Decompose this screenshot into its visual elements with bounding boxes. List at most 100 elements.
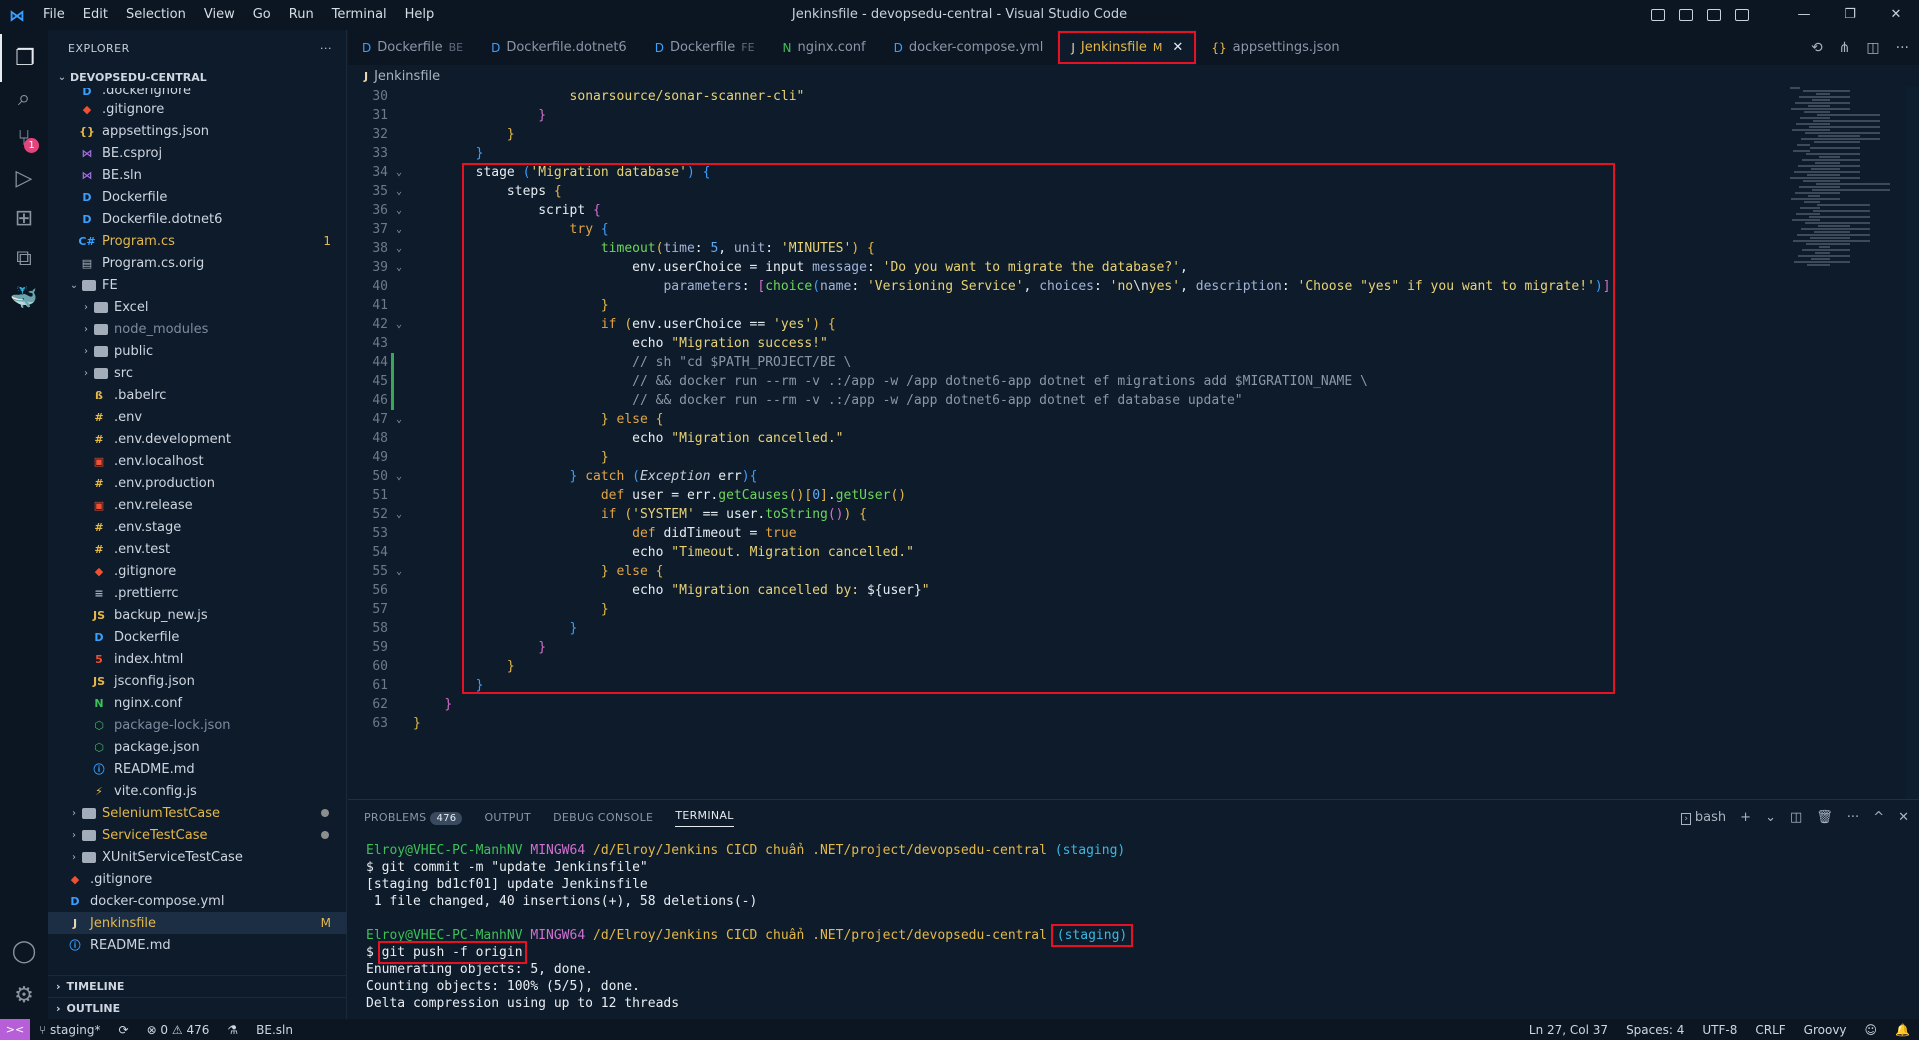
tree-file[interactable]: JS jsconfig.json xyxy=(48,670,347,692)
editor-scrollbar[interactable] xyxy=(1906,87,1919,799)
menu-help[interactable]: Help xyxy=(396,0,444,30)
toggle-secondary-sidebar-icon[interactable] xyxy=(1707,9,1721,21)
tree-file[interactable]: ⚡ vite.config.js xyxy=(48,780,347,802)
fold-chevron-icon[interactable]: ⌄ xyxy=(396,239,402,258)
tree-file[interactable]: ⋈ BE.sln xyxy=(48,164,347,186)
restore-button[interactable]: ❐ xyxy=(1827,0,1873,30)
tree-file[interactable]: JS backup_new.js xyxy=(48,604,347,626)
fold-chevron-icon[interactable]: ⌄ xyxy=(396,258,402,277)
fold-chevron-icon[interactable]: ⌄ xyxy=(396,467,402,486)
settings-gear-icon[interactable]: ⚙ xyxy=(0,971,48,1019)
compare-icon[interactable]: ⋔ xyxy=(1839,40,1851,56)
account-icon[interactable]: ◯ xyxy=(0,927,48,975)
fold-chevron-icon[interactable]: ⌄ xyxy=(396,315,402,334)
problems-indicator[interactable]: ⊗ 0 ⚠ 476 xyxy=(138,1023,219,1037)
tree-folder[interactable]: › src xyxy=(48,362,347,384)
explorer-more-button[interactable]: ··· xyxy=(320,42,332,55)
menu-go[interactable]: Go xyxy=(244,0,280,30)
split-terminal-icon[interactable]: ◫ xyxy=(1790,810,1802,825)
minimap[interactable] xyxy=(1786,87,1906,799)
close-tab-icon[interactable]: ✕ xyxy=(1172,40,1183,55)
tree-file[interactable]: J Jenkinsfile M xyxy=(48,912,347,934)
line-ending[interactable]: CRLF xyxy=(1746,1023,1794,1037)
tree-file[interactable]: ▣ .env.release xyxy=(48,494,347,516)
tree-folder[interactable]: › SeleniumTestCase xyxy=(48,802,347,824)
tree-folder[interactable]: › public xyxy=(48,340,347,362)
notifications-icon[interactable]: 🔔 xyxy=(1886,1023,1919,1037)
fold-chevron-icon[interactable]: ⌄ xyxy=(396,505,402,524)
tree-file[interactable]: D .dockerignore xyxy=(48,88,347,98)
tree-file[interactable]: # .env.production xyxy=(48,472,347,494)
breadcrumb-file[interactable]: Jenkinsfile xyxy=(374,69,440,84)
tree-file[interactable]: ▤ Program.cs.orig xyxy=(48,252,347,274)
feedback-icon[interactable]: ☺ xyxy=(1856,1023,1887,1037)
terminal[interactable]: Elroy@VHEC-PC-ManhNV MINGW64 /d/Elroy/Je… xyxy=(366,842,1896,1012)
fold-chevron-icon[interactable]: ⌄ xyxy=(396,220,402,239)
close-panel-icon[interactable]: ✕ xyxy=(1898,810,1909,825)
tree-file[interactable]: ▣ .env.localhost xyxy=(48,450,347,472)
fold-chevron-icon[interactable]: ⌄ xyxy=(396,562,402,581)
fold-chevron-icon[interactable]: ⌄ xyxy=(396,163,402,182)
editor-tab[interactable]: D Dockerfile BE xyxy=(348,30,477,65)
tree-file[interactable]: ⋈ BE.csproj xyxy=(48,142,347,164)
customize-layout-icon[interactable] xyxy=(1735,9,1749,21)
toggle-primary-sidebar-icon[interactable] xyxy=(1651,9,1665,21)
tree-folder[interactable]: › node_modules xyxy=(48,318,347,340)
menu-edit[interactable]: Edit xyxy=(74,0,117,30)
editor-tab[interactable]: D Dockerfile FE xyxy=(641,30,769,65)
tree-file[interactable]: ◆ .gitignore xyxy=(48,868,347,890)
tree-file[interactable]: D Dockerfile xyxy=(48,626,347,648)
tree-file[interactable]: ⓘ README.md xyxy=(48,758,347,780)
indentation[interactable]: Spaces: 4 xyxy=(1617,1023,1693,1037)
extension-icon[interactable]: ⚗ xyxy=(218,1023,247,1037)
kill-terminal-icon[interactable]: 🗑 xyxy=(1816,810,1833,825)
outline-section[interactable]: › OUTLINE xyxy=(48,997,347,1019)
cursor-position[interactable]: Ln 27, Col 37 xyxy=(1520,1023,1617,1037)
fold-chevron-icon[interactable]: ⌄ xyxy=(396,182,402,201)
new-terminal-icon[interactable]: + xyxy=(1740,810,1751,825)
panel-tab-debug-console[interactable]: DEBUG CONSOLE xyxy=(553,811,653,824)
language-mode[interactable]: Groovy xyxy=(1795,1023,1856,1037)
panel-tab-problems[interactable]: PROBLEMS 476 xyxy=(364,811,463,825)
minimize-button[interactable]: — xyxy=(1781,0,1827,30)
panel-tab-output[interactable]: OUTPUT xyxy=(484,811,531,824)
solution-indicator[interactable]: BE.sln xyxy=(247,1023,302,1037)
sync-icon[interactable]: ⟳ xyxy=(110,1023,138,1037)
fold-chevron-icon[interactable]: ⌄ xyxy=(396,201,402,220)
panel-more-icon[interactable]: ··· xyxy=(1847,810,1859,825)
terminal-dropdown-icon[interactable]: ⌄ xyxy=(1765,810,1776,825)
tree-file[interactable]: Nnginx.conf xyxy=(48,692,347,714)
tree-file[interactable]: # .env.stage xyxy=(48,516,347,538)
tree-file[interactable]: D Dockerfile.dotnet6 xyxy=(48,208,347,230)
tree-file[interactable]: # .env.development xyxy=(48,428,347,450)
menu-run[interactable]: Run xyxy=(280,0,323,30)
docker-icon[interactable]: 🐳 xyxy=(0,274,48,322)
tree-file[interactable]: ◆ .gitignore xyxy=(48,98,347,120)
menu-file[interactable]: File xyxy=(34,0,74,30)
tree-file[interactable]: # .env xyxy=(48,406,347,428)
close-window-button[interactable]: ✕ xyxy=(1873,0,1919,30)
menu-terminal[interactable]: Terminal xyxy=(323,0,396,30)
tree-file[interactable]: ≡ .prettierrc xyxy=(48,582,347,604)
tree-file[interactable]: {} appsettings.json xyxy=(48,120,347,142)
editor-tab[interactable]: J Jenkinsfile M ✕ xyxy=(1057,30,1198,65)
panel-tab-terminal[interactable]: TERMINAL xyxy=(675,809,734,827)
tree-file[interactable]: ⓘ README.md xyxy=(48,934,347,956)
tree-folder[interactable]: › ServiceTestCase xyxy=(48,824,347,846)
timeline-icon[interactable]: ⟲ xyxy=(1811,40,1823,56)
branch-indicator[interactable]: ⑂ staging* xyxy=(30,1023,110,1037)
tree-file[interactable]: 5 index.html xyxy=(48,648,347,670)
tree-folder[interactable]: ⌄ FE xyxy=(48,274,347,296)
tree-file[interactable]: ⬡ package.json xyxy=(48,736,347,758)
maximize-panel-icon[interactable]: ^ xyxy=(1873,810,1884,825)
terminal-profile[interactable]: › bash xyxy=(1681,810,1726,825)
editor-tab[interactable]: {} appsettings.json xyxy=(1197,30,1353,65)
editor-tab[interactable]: Nnginx.conf xyxy=(769,30,880,65)
tree-file[interactable]: ⬡ package-lock.json xyxy=(48,714,347,736)
tree-file[interactable]: D Dockerfile xyxy=(48,186,347,208)
split-editor-icon[interactable]: ◫ xyxy=(1866,40,1879,56)
menu-selection[interactable]: Selection xyxy=(117,0,195,30)
tree-file[interactable]: ß .babelrc xyxy=(48,384,347,406)
tree-file[interactable]: Ddocker-compose.yml xyxy=(48,890,347,912)
tree-file[interactable]: ◆ .gitignore xyxy=(48,560,347,582)
